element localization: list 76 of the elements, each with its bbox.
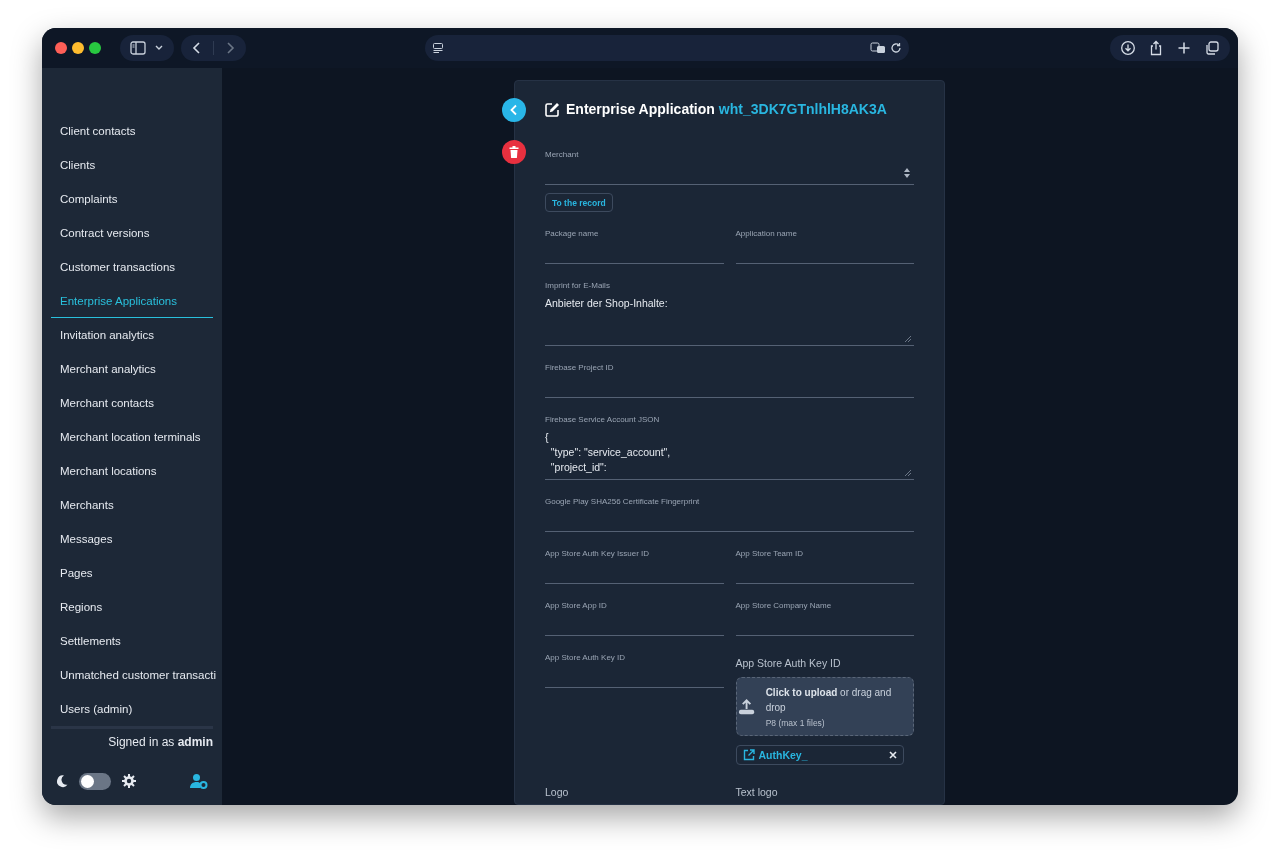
back-icon[interactable] bbox=[191, 41, 203, 55]
field-label: App Store Auth Key Issuer ID bbox=[545, 548, 651, 560]
upload-formats: P8 (max 1 files) bbox=[765, 718, 826, 728]
delete-button[interactable] bbox=[502, 140, 526, 164]
field-label: App Store Company Name bbox=[735, 600, 833, 612]
textarea-line: Anbieter der Shop-Inhalte: bbox=[545, 296, 669, 311]
translate-icon[interactable] bbox=[870, 42, 886, 54]
field-label: Google Play SHA256 Certificate Fingerprint bbox=[545, 496, 701, 508]
section-label: Text logo bbox=[735, 785, 779, 800]
resize-handle-icon[interactable] bbox=[905, 470, 911, 476]
signed-in-text: Signed in as admin bbox=[107, 734, 214, 749]
field-label: App Store Auth Key ID bbox=[545, 652, 627, 664]
to-record-button[interactable]: To the record bbox=[545, 193, 613, 212]
sidebar-item[interactable]: Users (admin) bbox=[51, 692, 213, 726]
page-menu-icon bbox=[432, 42, 444, 54]
sidebar-item[interactable]: Merchants bbox=[51, 488, 213, 522]
textarea-line: "project_id": bbox=[549, 460, 608, 475]
sidebar-item[interactable]: Messages bbox=[51, 522, 213, 556]
file-link[interactable]: AuthKey_ bbox=[758, 749, 808, 761]
upload-dropzone[interactable]: Click to upload or drag and drop P8 (max 1 files) bbox=[735, 677, 914, 736]
sidebar-item[interactable]: Clients bbox=[51, 148, 213, 182]
close-button[interactable] bbox=[55, 42, 67, 54]
settings-icon[interactable] bbox=[121, 773, 137, 789]
sidebar-item[interactable]: Invitation analytics bbox=[51, 318, 213, 352]
sidebar-item[interactable]: Complaints bbox=[51, 182, 213, 216]
sidebar-item[interactable]: Regions bbox=[51, 590, 213, 624]
trash-icon bbox=[509, 146, 519, 158]
upload-title: App Store Auth Key ID bbox=[735, 656, 842, 671]
tabs-overview-icon[interactable] bbox=[1204, 40, 1220, 56]
minimize-button[interactable] bbox=[72, 42, 84, 54]
record-id: wht_3DK7GTnlhlH8AK3A bbox=[718, 101, 887, 117]
share-icon[interactable] bbox=[1148, 40, 1164, 56]
field-label: Package name bbox=[545, 228, 600, 240]
moon-icon bbox=[55, 774, 69, 788]
section-label: Logo bbox=[545, 785, 570, 800]
sidebar-item[interactable]: Merchant locations bbox=[51, 454, 213, 488]
sidebar-item[interactable]: Customer transactions bbox=[51, 250, 213, 284]
edit-icon bbox=[545, 101, 560, 117]
textarea-field[interactable]: { "type": "service_account", "project_id": bbox=[545, 426, 914, 480]
sort-caret-icon bbox=[904, 167, 910, 178]
external-link-icon[interactable] bbox=[742, 749, 755, 761]
field-label: Firebase Project ID bbox=[545, 362, 615, 374]
sidebar-item[interactable]: Merchant analytics bbox=[51, 352, 213, 386]
zoom-button[interactable] bbox=[89, 42, 101, 54]
close-icon[interactable] bbox=[888, 751, 897, 759]
resize-handle-icon[interactable] bbox=[905, 336, 911, 342]
field-label: Merchant bbox=[545, 149, 580, 161]
sidebar-toggle-button[interactable] bbox=[120, 35, 174, 61]
download-icon[interactable] bbox=[1120, 40, 1136, 56]
upload-instruction: Click to upload or drag and drop bbox=[765, 686, 893, 715]
theme-toggle[interactable] bbox=[79, 772, 111, 790]
new-tab-icon[interactable] bbox=[1176, 40, 1192, 56]
textarea-line: "type": "service_account", bbox=[549, 445, 672, 460]
sidebar-item[interactable]: Pages bbox=[51, 556, 213, 590]
sidebar-item[interactable]: Merchant contacts bbox=[51, 386, 213, 420]
sidebar-item[interactable]: Client contacts bbox=[51, 114, 213, 148]
field-label: App Store App ID bbox=[545, 600, 608, 612]
sidebar-item[interactable]: Contract versions bbox=[51, 216, 213, 250]
field-label: Application name bbox=[735, 228, 798, 240]
chevron-left-icon bbox=[509, 104, 519, 116]
forward-icon[interactable] bbox=[224, 41, 236, 55]
reload-icon[interactable] bbox=[890, 42, 902, 54]
chevron-down-icon bbox=[154, 44, 164, 52]
back-button[interactable] bbox=[502, 98, 526, 122]
sidebar-item[interactable]: Enterprise Applications bbox=[51, 284, 213, 318]
textarea-line: { bbox=[545, 430, 550, 445]
record-title: Enterprise Application bbox=[566, 101, 715, 117]
sidebar-item[interactable]: Settlements bbox=[51, 624, 213, 658]
textarea-field[interactable]: Anbieter der Shop-Inhalte: bbox=[545, 292, 914, 346]
field-label: App Store Team ID bbox=[735, 548, 804, 560]
sidebar-icon bbox=[130, 41, 146, 55]
field-label: Imprint for E-Mails bbox=[545, 280, 611, 292]
user-settings-icon[interactable] bbox=[190, 773, 208, 789]
sidebar-item[interactable]: Merchant location terminals bbox=[51, 420, 213, 454]
field-label: Firebase Service Account JSON bbox=[545, 414, 661, 426]
upload-icon bbox=[737, 697, 755, 716]
